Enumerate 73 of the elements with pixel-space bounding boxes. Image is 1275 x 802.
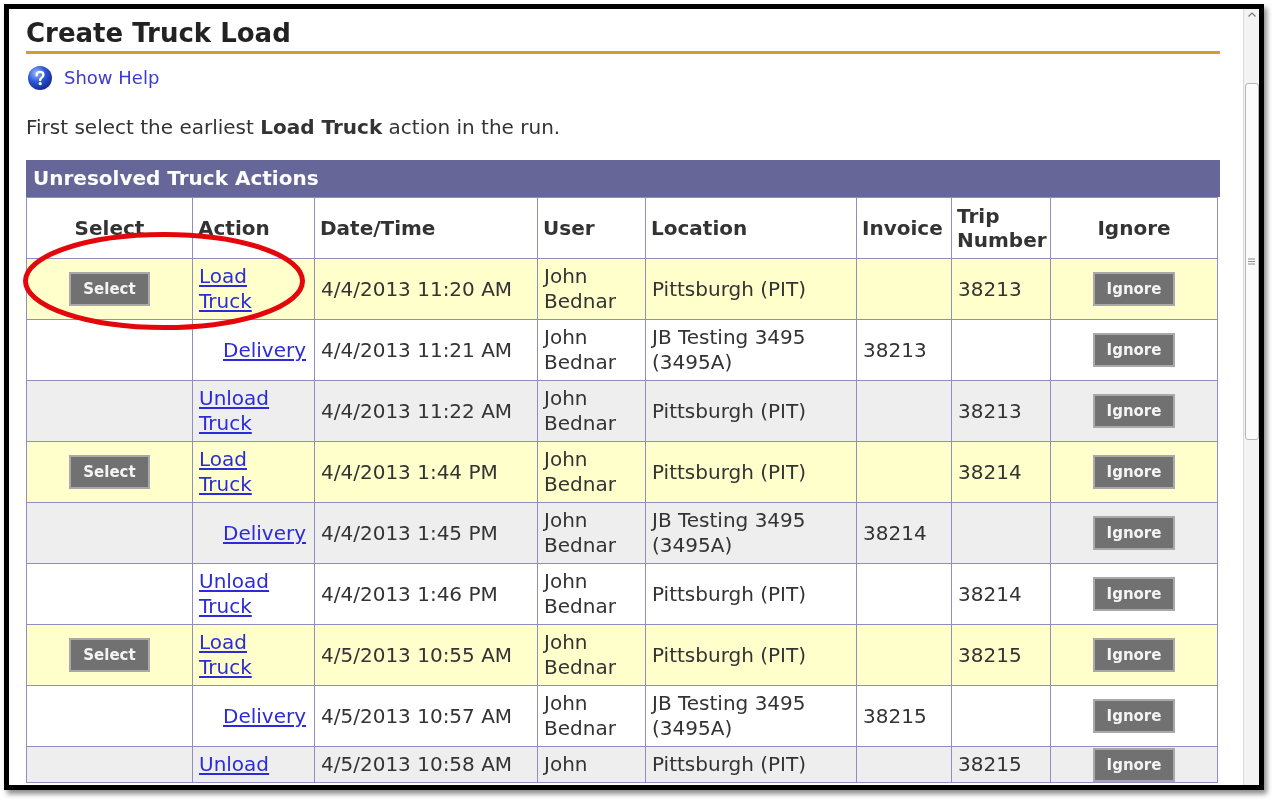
ignore-button[interactable]: Ignore	[1092, 516, 1176, 550]
table-cell: 38215	[951, 624, 1051, 686]
column-header: Location	[645, 197, 857, 259]
table-cell: Pittsburgh (PIT)	[645, 624, 857, 686]
table-cell: 4/4/2013 1:44 PM	[314, 441, 538, 503]
table-cell: JB Testing 3495 (3495A)	[645, 319, 857, 381]
table-cell: 38214	[951, 563, 1051, 625]
column-header: Select	[26, 197, 193, 259]
table-cell: 4/4/2013 1:45 PM	[314, 502, 538, 564]
ignore-button[interactable]: Ignore	[1092, 747, 1176, 782]
action-link[interactable]: Load Truck	[199, 630, 252, 680]
select-button[interactable]: Select	[69, 272, 150, 306]
table-cell: 38213	[856, 319, 952, 381]
table-cell: John Bednar	[537, 380, 646, 442]
column-header: Trip Number	[951, 197, 1051, 259]
scrollbar-thumb[interactable]	[1244, 83, 1259, 440]
table-cell: 38213	[951, 258, 1051, 320]
table-cell: John	[537, 746, 646, 783]
table-cell: 4/5/2013 10:58 AM	[314, 746, 538, 783]
table-cell: 4/4/2013 1:46 PM	[314, 563, 538, 625]
action-link[interactable]: Unload Truck	[199, 569, 270, 619]
table-cell: 4/4/2013 11:20 AM	[314, 258, 538, 320]
show-help-link[interactable]: Show Help	[64, 67, 160, 89]
scrollbar[interactable]	[1243, 9, 1259, 785]
action-link[interactable]: Delivery	[223, 337, 307, 362]
table-cell: JB Testing 3495 (3495A)	[645, 502, 857, 564]
page-title: Create Truck Load	[26, 18, 291, 48]
instruction-text: First select the earliest Load Truck action in the run.	[26, 115, 561, 140]
table-cell: Pittsburgh (PIT)	[645, 380, 857, 442]
ignore-button[interactable]: Ignore	[1092, 699, 1176, 733]
ignore-button[interactable]: Ignore	[1092, 638, 1176, 672]
table-cell: 4/5/2013 10:55 AM	[314, 624, 538, 686]
select-button[interactable]: Select	[69, 455, 150, 489]
action-link[interactable]: Delivery	[223, 703, 307, 728]
ignore-button[interactable]: Ignore	[1092, 272, 1176, 306]
table-cell: Pittsburgh (PIT)	[645, 258, 857, 320]
table-cell: 4/4/2013 11:22 AM	[314, 380, 538, 442]
ignore-button[interactable]: Ignore	[1092, 577, 1176, 611]
table-cell: John Bednar	[537, 563, 646, 625]
action-link[interactable]: Load Truck	[199, 447, 252, 497]
help-icon[interactable]	[28, 66, 52, 90]
table-title-bar: Unresolved Truck Actions	[26, 160, 1220, 197]
action-link[interactable]: Unload	[199, 752, 270, 777]
column-header: Invoice	[856, 197, 952, 259]
table-cell: 38213	[951, 380, 1051, 442]
table-cell: JB Testing 3495 (3495A)	[645, 685, 857, 747]
table-cell: 38215	[856, 685, 952, 747]
column-header: User	[537, 197, 646, 259]
table-cell: 38215	[951, 746, 1051, 783]
table-cell: John Bednar	[537, 319, 646, 381]
table-cell: Pittsburgh (PIT)	[645, 563, 857, 625]
table-cell: John Bednar	[537, 502, 646, 564]
table-cell: 4/5/2013 10:57 AM	[314, 685, 538, 747]
ignore-button[interactable]: Ignore	[1092, 455, 1176, 489]
action-link[interactable]: Unload Truck	[199, 386, 270, 436]
table-cell: 4/4/2013 11:21 AM	[314, 319, 538, 381]
column-header: Ignore	[1050, 197, 1218, 259]
table-cell: 38214	[951, 441, 1051, 503]
table-cell: 38214	[856, 502, 952, 564]
action-link[interactable]: Delivery	[223, 520, 307, 545]
action-link[interactable]: Load Truck	[199, 264, 252, 314]
column-header: Action	[192, 197, 315, 259]
ignore-button[interactable]: Ignore	[1092, 394, 1176, 428]
grip-icon	[1248, 258, 1255, 265]
column-header: Date/Time	[314, 197, 538, 259]
table-cell: John Bednar	[537, 685, 646, 747]
table-cell: Pittsburgh (PIT)	[645, 441, 857, 503]
select-button[interactable]: Select	[69, 638, 150, 672]
table-cell: John Bednar	[537, 624, 646, 686]
table-cell: John Bednar	[537, 441, 646, 503]
ignore-button[interactable]: Ignore	[1092, 333, 1176, 367]
table-cell: Pittsburgh (PIT)	[645, 746, 857, 783]
table-cell: John Bednar	[537, 258, 646, 320]
